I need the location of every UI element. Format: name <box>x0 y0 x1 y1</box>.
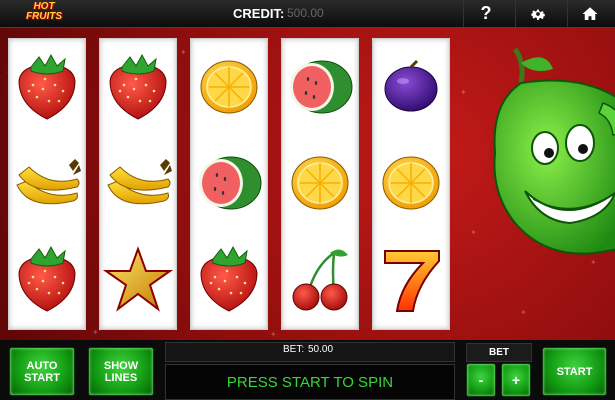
show-lines-button[interactable]: SHOW LINES <box>88 347 154 396</box>
reel-1 <box>8 38 86 330</box>
star-icon <box>100 231 176 327</box>
hot-fruits-logo: HOT FRUITS <box>14 0 74 27</box>
bet-label: BET: <box>283 344 305 355</box>
reel-3 <box>190 38 268 330</box>
reel-4 <box>281 38 359 330</box>
bet-decrease-button[interactable]: - <box>466 363 496 397</box>
watermelon-icon <box>191 135 267 231</box>
strawberry-icon <box>9 39 85 135</box>
cherries-icon <box>282 231 358 327</box>
credit-value: 500.00 <box>287 6 324 20</box>
lemon-icon <box>191 39 267 135</box>
pear-mascot-icon <box>493 47 615 255</box>
show-lines-label: SHOW LINES <box>103 359 139 384</box>
bet-increase-button[interactable]: + <box>501 363 531 397</box>
credit-label: CREDIT: <box>233 6 285 21</box>
top-bar: HOT FRUITS CREDIT: 500.00 ? <box>0 0 615 28</box>
gear-icon <box>531 9 545 20</box>
lemon-icon <box>282 135 358 231</box>
strawberry-icon <box>100 39 176 135</box>
watermelon-icon <box>282 39 358 135</box>
start-button[interactable]: START <box>542 347 607 396</box>
game-field: ✦ ✦ ✦ ✦ ✦ ✦ ✦ ✦ <box>0 28 615 340</box>
start-label: START <box>556 365 593 378</box>
lemon-icon <box>373 135 449 231</box>
minus-icon: - <box>478 372 484 388</box>
home-button[interactable] <box>567 0 612 27</box>
strawberry-icon <box>191 231 267 327</box>
seven-icon <box>373 231 449 327</box>
settings-button[interactable] <box>515 0 560 27</box>
plus-icon: + <box>511 372 521 388</box>
plum-icon <box>373 39 449 135</box>
bet-header: BET <box>466 343 532 362</box>
logo-line2: FRUITS <box>25 11 63 22</box>
strawberry-icon <box>9 231 85 327</box>
auto-start-button[interactable]: AUTO START <box>9 347 75 396</box>
bet-value: 50.00 <box>308 344 334 355</box>
reel-5 <box>372 38 450 330</box>
help-button[interactable]: ? <box>463 0 508 27</box>
auto-start-label: AUTO START <box>24 359 60 384</box>
home-icon <box>582 6 598 20</box>
help-icon: ? <box>480 3 492 23</box>
status-message-text: PRESS START TO SPIN <box>226 373 394 391</box>
banana-icon <box>100 135 176 231</box>
status-message: PRESS START TO SPIN <box>165 364 455 400</box>
reel-2 <box>99 38 177 330</box>
banana-icon <box>9 135 85 231</box>
